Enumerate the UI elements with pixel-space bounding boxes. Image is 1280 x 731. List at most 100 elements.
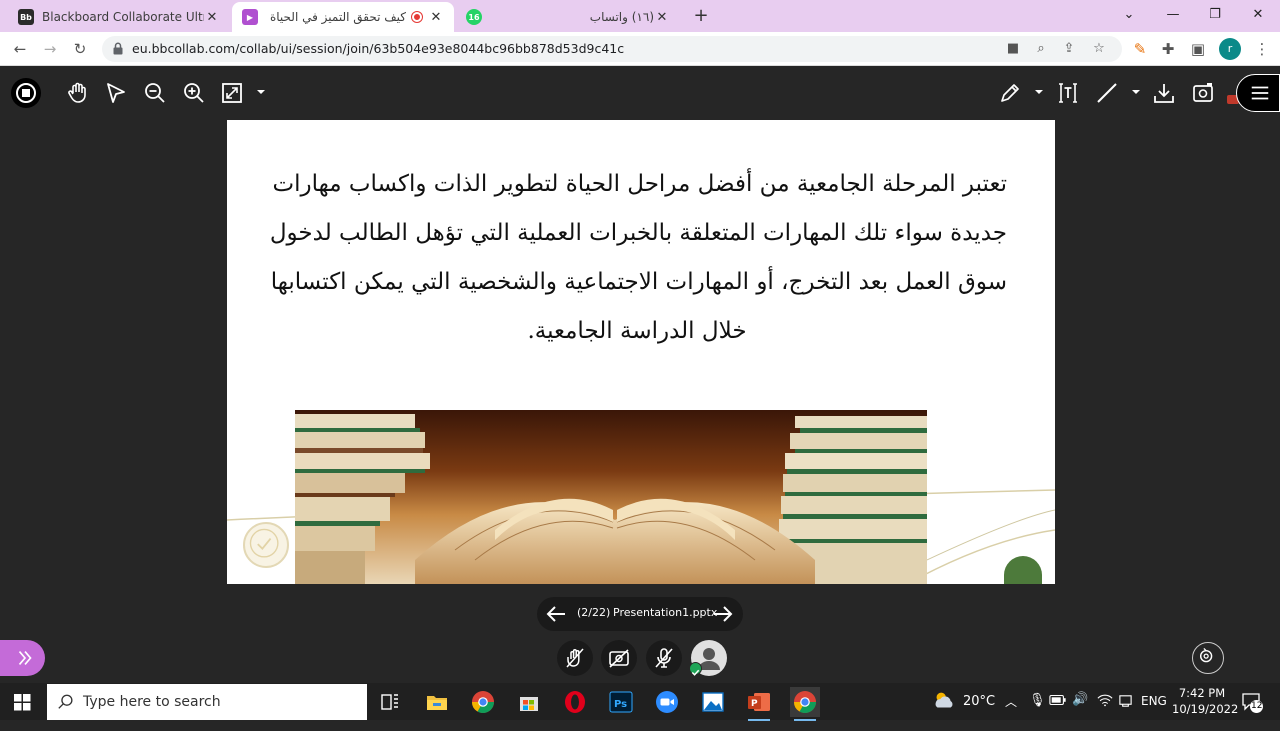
slide-navigation: (2/22) Presentation1.pptx <box>537 597 743 631</box>
task-view-icon[interactable] <box>375 687 405 717</box>
whatsapp-favicon-icon: 16 <box>466 9 482 25</box>
presentation-slide: تعتبر المرحلة الجامعية من أفضل مراحل الح… <box>227 120 1055 584</box>
windows-logo-icon <box>14 694 31 711</box>
share-status-button[interactable] <box>557 640 593 676</box>
download-icon[interactable] <box>1152 81 1176 105</box>
camera-icon[interactable]: ■ <box>1004 40 1022 58</box>
fit-screen-icon[interactable] <box>220 81 244 105</box>
camera-toggle-button[interactable] <box>601 640 637 676</box>
collaborate-toolbar <box>0 66 1280 120</box>
file-explorer-icon[interactable] <box>422 687 452 717</box>
lock-icon <box>113 42 123 55</box>
help-button[interactable] <box>1192 642 1224 674</box>
input-language-indicator[interactable]: ENG <box>1141 694 1167 731</box>
menu-icon <box>1251 86 1269 100</box>
weather-temperature: 20°C <box>963 694 996 709</box>
zoom-in-icon[interactable] <box>182 81 206 105</box>
text-tool-icon[interactable] <box>1056 81 1080 105</box>
opera-icon[interactable] <box>560 687 590 717</box>
back-icon[interactable]: ← <box>10 39 30 59</box>
pen-dropdown-caret-icon[interactable] <box>1035 88 1043 96</box>
tab-title: Blackboard Collaborate Ultra – ن <box>42 10 204 24</box>
url-text: eu.bbcollab.com/collab/ui/session/join/6… <box>132 41 625 56</box>
forward-icon[interactable]: → <box>40 39 60 59</box>
microphone-toggle-button[interactable] <box>646 640 682 676</box>
slide-body-text: تعتبر المرحلة الجامعية من أفضل مراحل الح… <box>267 160 1007 356</box>
open-side-panel-button[interactable] <box>0 640 45 676</box>
close-window-button[interactable]: ✕ <box>1238 0 1278 30</box>
photoshop-icon[interactable]: Ps <box>606 687 636 717</box>
chrome-active-icon[interactable] <box>790 687 820 721</box>
slide-line-1: تعتبر المرحلة الجامعية من أفضل مراحل الح… <box>272 171 1007 197</box>
clock-date: 10/19/2022 <box>1172 702 1239 716</box>
blackboard-favicon-icon: Bb <box>18 9 34 25</box>
clock-time: 7:42 PM <box>1178 686 1226 700</box>
fit-dropdown-caret-icon[interactable] <box>257 88 265 96</box>
windows-taskbar: Type here to search Ps P 20°C ︿ 🎙 🔊 ENG … <box>0 683 1280 721</box>
chrome-icon[interactable] <box>468 687 498 717</box>
new-tab-button[interactable]: + <box>690 5 712 27</box>
address-bar[interactable]: eu.bbcollab.com/collab/ui/session/join/6… <box>102 36 1122 62</box>
search-placeholder: Type here to search <box>83 694 221 710</box>
search-icon <box>58 694 73 709</box>
slide-line-2: جديدة سواء تلك المهارات المتعلقة بالخبرا… <box>269 220 1007 246</box>
share-icon[interactable]: ⇪ <box>1060 40 1078 58</box>
previous-slide-arrow-icon[interactable] <box>545 603 567 625</box>
next-slide-arrow-icon[interactable] <box>712 603 734 625</box>
powerpoint-icon[interactable]: P <box>744 687 774 721</box>
camera-off-icon <box>609 649 629 668</box>
zoom-icon[interactable]: ⌕ <box>1032 40 1050 58</box>
slide-line-4: خلال الدراسة الجامعية. <box>527 318 747 344</box>
battery-icon[interactable] <box>1049 694 1067 731</box>
tab-whatsapp[interactable]: 16 (١٦) واتساب ✕ <box>456 2 680 32</box>
microphone-tray-icon[interactable]: 🎙 <box>1029 693 1046 730</box>
tab-search-icon[interactable]: ⌄ <box>1109 0 1149 30</box>
svg-text:Ps: Ps <box>614 699 627 710</box>
partly-cloudy-icon <box>935 692 953 708</box>
profile-avatar[interactable]: r <box>1219 38 1241 60</box>
books-image <box>295 410 927 584</box>
tab-title: (١٦) واتساب <box>589 10 654 24</box>
close-tab-icon[interactable]: ✕ <box>428 10 444 25</box>
extensions-puzzle-icon[interactable]: ✚ <box>1158 39 1178 59</box>
side-panel-icon[interactable]: ▣ <box>1188 39 1208 59</box>
status-check-icon <box>689 662 702 676</box>
wifi-icon[interactable] <box>1097 693 1113 730</box>
select-pointer-icon[interactable] <box>104 81 128 105</box>
reload-icon[interactable]: ↻ <box>70 39 90 59</box>
slide-counter: (2/22) <box>577 606 611 619</box>
clear-annotations-icon[interactable] <box>1191 81 1215 105</box>
presentation-filename: Presentation1.pptx <box>613 606 718 619</box>
hand-raise-icon <box>566 648 584 668</box>
tab-presentation[interactable]: ▶ كيف تحقق التميز في الحياة الجـ ✕ <box>232 2 454 32</box>
close-tab-icon[interactable]: ✕ <box>204 10 220 25</box>
help-life-ring-icon <box>1199 647 1213 663</box>
extension-edit-icon[interactable]: ✎ <box>1130 39 1150 59</box>
bookmark-star-icon[interactable]: ☆ <box>1090 40 1108 58</box>
open-collaborate-panel-button[interactable] <box>1236 74 1280 112</box>
volume-icon[interactable]: 🔊 <box>1072 692 1088 729</box>
tab-title: كيف تحقق التميز في الحياة الجـ <box>266 10 406 24</box>
accreditation-seal-logo <box>243 522 289 568</box>
pen-icon[interactable] <box>998 81 1022 105</box>
tab-blackboard[interactable]: Bb Blackboard Collaborate Ultra – ن ✕ <box>8 2 230 32</box>
meet-now-icon[interactable] <box>1118 693 1133 730</box>
stop-sharing-button[interactable] <box>10 77 42 109</box>
notification-center-icon[interactable]: 12 <box>1240 690 1264 727</box>
zoom-out-icon[interactable] <box>143 81 167 105</box>
close-tab-icon[interactable]: ✕ <box>654 10 670 25</box>
presentation-favicon-icon: ▶ <box>242 9 258 25</box>
maximize-button[interactable]: ❐ <box>1195 0 1235 30</box>
line-tool-icon[interactable] <box>1095 81 1119 105</box>
show-hidden-icons-chevron-icon[interactable]: ︿ <box>1005 693 1023 730</box>
system-clock[interactable]: 7:42 PM 10/19/2022 <box>1172 685 1239 717</box>
minimize-button[interactable]: — <box>1153 0 1193 30</box>
taskbar-search-box[interactable]: Type here to search <box>47 684 367 720</box>
photos-app-icon[interactable] <box>698 687 728 717</box>
browser-menu-icon[interactable]: ⋮ <box>1252 39 1272 59</box>
shape-dropdown-caret-icon[interactable] <box>1132 88 1140 96</box>
zoom-app-icon[interactable] <box>652 687 682 717</box>
microsoft-store-icon[interactable] <box>514 687 544 717</box>
pan-hand-icon[interactable] <box>66 81 90 105</box>
start-button[interactable] <box>0 683 45 720</box>
